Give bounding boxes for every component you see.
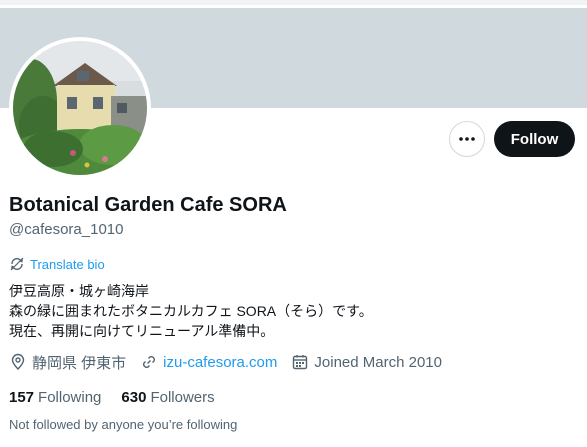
- translate-bio-link[interactable]: Translate bio: [9, 255, 105, 273]
- location-pin-icon: [11, 353, 25, 370]
- followed-by-notice: Not followed by anyone you’re following: [9, 417, 238, 432]
- top-divider: [0, 0, 587, 5]
- bio-line: 森の緑に囲まれたボタニカルカフェ SORA（そら）です。: [9, 303, 373, 319]
- profile-joined: Joined March 2010: [291, 353, 442, 371]
- follow-counts: 157 Following 630 Followers: [9, 387, 235, 407]
- following-link[interactable]: 157 Following: [9, 389, 101, 406]
- follow-button[interactable]: Follow: [494, 121, 575, 157]
- translate-icon: [10, 257, 24, 271]
- profile-location: 静岡県 伊東市: [9, 352, 126, 373]
- website-link[interactable]: izu-cafesora.com: [163, 354, 277, 371]
- followers-label: Followers: [150, 388, 215, 406]
- profile-bio: 伊豆高原・城ヶ崎海岸 森の緑に囲まれたボタニカルカフェ SORA（そら）です。 …: [9, 281, 579, 341]
- following-label: Following: [38, 388, 102, 406]
- joined-text: Joined March 2010: [314, 353, 442, 371]
- avatar[interactable]: [13, 41, 147, 175]
- profile-website[interactable]: izu-cafesora.com: [140, 353, 277, 371]
- more-options-button[interactable]: [449, 121, 485, 157]
- profile-handle: @cafesora_1010: [9, 221, 124, 238]
- translate-bio-label: Translate bio: [30, 256, 105, 272]
- avatar-photo: [13, 41, 147, 175]
- location-text: 静岡県 伊東市: [32, 354, 127, 372]
- avatar-border: [9, 37, 151, 179]
- bio-line: 現在、再開に向けてリニューアル準備中。: [9, 323, 275, 339]
- calendar-icon: [293, 355, 308, 370]
- bio-line: 伊豆高原・城ヶ崎海岸: [9, 283, 149, 299]
- followers-link[interactable]: 630 Followers: [121, 389, 214, 406]
- profile-meta: 静岡県 伊東市 izu-cafesora.com Joined March 20…: [9, 352, 456, 372]
- more-horizontal-icon: [459, 137, 475, 141]
- link-icon: [143, 356, 156, 368]
- profile-name: Botanical Garden Cafe SORA: [9, 194, 287, 216]
- follow-button-label: Follow: [510, 130, 559, 148]
- followers-count: 630: [121, 388, 147, 406]
- following-count: 157: [9, 388, 35, 406]
